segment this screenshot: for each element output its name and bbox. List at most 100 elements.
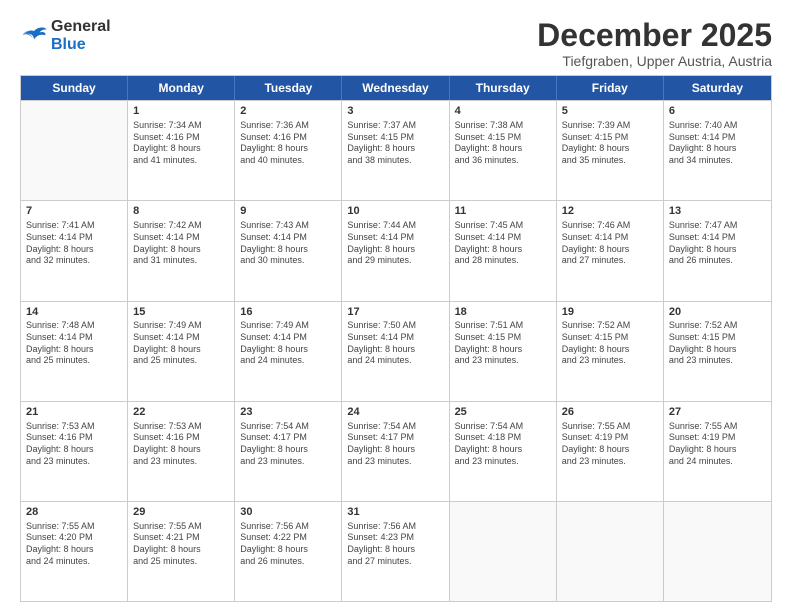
day-number: 30 [240, 505, 336, 520]
cell-info-line: Sunrise: 7:49 AM [240, 320, 336, 332]
cell-info-line: Daylight: 8 hours [133, 344, 229, 356]
calendar-cell: 8Sunrise: 7:42 AMSunset: 4:14 PMDaylight… [128, 201, 235, 300]
cell-info-line: Sunrise: 7:36 AM [240, 120, 336, 132]
calendar-cell: 31Sunrise: 7:56 AMSunset: 4:23 PMDayligh… [342, 502, 449, 601]
calendar-cell: 14Sunrise: 7:48 AMSunset: 4:14 PMDayligh… [21, 302, 128, 401]
cell-info-line: and 38 minutes. [347, 155, 443, 167]
cell-info-line: Daylight: 8 hours [347, 444, 443, 456]
day-number: 26 [562, 405, 658, 420]
cell-info-line: and 24 minutes. [240, 355, 336, 367]
cell-info-line: Sunrise: 7:56 AM [240, 521, 336, 533]
calendar-cell: 29Sunrise: 7:55 AMSunset: 4:21 PMDayligh… [128, 502, 235, 601]
calendar-cell: 2Sunrise: 7:36 AMSunset: 4:16 PMDaylight… [235, 101, 342, 200]
cell-info-line: Daylight: 8 hours [133, 544, 229, 556]
title-block: December 2025 Tiefgraben, Upper Austria,… [537, 18, 772, 69]
day-number: 3 [347, 104, 443, 119]
calendar-cell: 18Sunrise: 7:51 AMSunset: 4:15 PMDayligh… [450, 302, 557, 401]
cell-info-line: Daylight: 8 hours [133, 244, 229, 256]
cell-info-line: and 23 minutes. [133, 456, 229, 468]
cell-info-line: Daylight: 8 hours [26, 544, 122, 556]
day-number: 29 [133, 505, 229, 520]
cell-info-line: Sunset: 4:14 PM [240, 232, 336, 244]
day-number: 17 [347, 305, 443, 320]
cell-info-line: Sunrise: 7:54 AM [240, 421, 336, 433]
day-number: 6 [669, 104, 766, 119]
cell-info-line: Sunrise: 7:40 AM [669, 120, 766, 132]
logo-blue-text: Blue [51, 36, 86, 53]
day-number: 19 [562, 305, 658, 320]
cell-info-line: and 26 minutes. [240, 556, 336, 568]
cell-info-line: Daylight: 8 hours [562, 444, 658, 456]
calendar-cell [450, 502, 557, 601]
day-number: 18 [455, 305, 551, 320]
calendar-cell: 28Sunrise: 7:55 AMSunset: 4:20 PMDayligh… [21, 502, 128, 601]
calendar-cell: 6Sunrise: 7:40 AMSunset: 4:14 PMDaylight… [664, 101, 771, 200]
day-number: 28 [26, 505, 122, 520]
day-number: 8 [133, 204, 229, 219]
weekday-header: Friday [557, 76, 664, 100]
cell-info-line: and 23 minutes. [455, 456, 551, 468]
cell-info-line: and 35 minutes. [562, 155, 658, 167]
cell-info-line: and 23 minutes. [26, 456, 122, 468]
cell-info-line: Sunrise: 7:56 AM [347, 521, 443, 533]
cell-info-line: Daylight: 8 hours [455, 143, 551, 155]
cell-info-line: Sunset: 4:14 PM [240, 332, 336, 344]
cell-info-line: Sunset: 4:15 PM [455, 332, 551, 344]
cell-info-line: Sunrise: 7:50 AM [347, 320, 443, 332]
calendar-cell: 9Sunrise: 7:43 AMSunset: 4:14 PMDaylight… [235, 201, 342, 300]
cell-info-line: Sunset: 4:14 PM [455, 232, 551, 244]
cell-info-line: and 29 minutes. [347, 255, 443, 267]
cell-info-line: Daylight: 8 hours [455, 244, 551, 256]
cell-info-line: Sunrise: 7:43 AM [240, 220, 336, 232]
cell-info-line: Daylight: 8 hours [562, 244, 658, 256]
cell-info-line: Sunrise: 7:37 AM [347, 120, 443, 132]
cell-info-line: Daylight: 8 hours [562, 143, 658, 155]
cell-info-line: Daylight: 8 hours [240, 244, 336, 256]
cell-info-line: and 28 minutes. [455, 255, 551, 267]
cell-info-line: Daylight: 8 hours [240, 544, 336, 556]
cell-info-line: Daylight: 8 hours [669, 444, 766, 456]
cell-info-line: Sunset: 4:14 PM [562, 232, 658, 244]
header: General Blue December 2025 Tiefgraben, U… [20, 18, 772, 69]
logo-general-text: General [51, 18, 111, 35]
day-number: 2 [240, 104, 336, 119]
calendar-cell: 21Sunrise: 7:53 AMSunset: 4:16 PMDayligh… [21, 402, 128, 501]
cell-info-line: and 25 minutes. [133, 556, 229, 568]
cell-info-line: Daylight: 8 hours [347, 344, 443, 356]
cell-info-line: Sunset: 4:14 PM [26, 232, 122, 244]
cell-info-line: Sunset: 4:14 PM [669, 132, 766, 144]
cell-info-line: Sunrise: 7:55 AM [669, 421, 766, 433]
cell-info-line: Sunset: 4:23 PM [347, 532, 443, 544]
cell-info-line: and 23 minutes. [240, 456, 336, 468]
cell-info-line: Sunset: 4:16 PM [26, 432, 122, 444]
day-number: 9 [240, 204, 336, 219]
calendar-row: 1Sunrise: 7:34 AMSunset: 4:16 PMDaylight… [21, 100, 771, 200]
calendar-cell: 13Sunrise: 7:47 AMSunset: 4:14 PMDayligh… [664, 201, 771, 300]
cell-info-line: Sunset: 4:19 PM [669, 432, 766, 444]
calendar-row: 7Sunrise: 7:41 AMSunset: 4:14 PMDaylight… [21, 200, 771, 300]
page: General Blue December 2025 Tiefgraben, U… [0, 0, 792, 612]
cell-info-line: Daylight: 8 hours [669, 244, 766, 256]
cell-info-line: Sunrise: 7:55 AM [133, 521, 229, 533]
cell-info-line: and 23 minutes. [562, 456, 658, 468]
cell-info-line: Daylight: 8 hours [347, 544, 443, 556]
cell-info-line: Sunrise: 7:54 AM [455, 421, 551, 433]
cell-info-line: Daylight: 8 hours [26, 444, 122, 456]
cell-info-line: and 25 minutes. [26, 355, 122, 367]
calendar-row: 21Sunrise: 7:53 AMSunset: 4:16 PMDayligh… [21, 401, 771, 501]
calendar-cell: 10Sunrise: 7:44 AMSunset: 4:14 PMDayligh… [342, 201, 449, 300]
cell-info-line: and 24 minutes. [347, 355, 443, 367]
calendar-body: 1Sunrise: 7:34 AMSunset: 4:16 PMDaylight… [21, 100, 771, 601]
cell-info-line: Sunrise: 7:49 AM [133, 320, 229, 332]
cell-info-line: Sunrise: 7:46 AM [562, 220, 658, 232]
cell-info-line: Sunrise: 7:47 AM [669, 220, 766, 232]
day-number: 14 [26, 305, 122, 320]
calendar-cell: 20Sunrise: 7:52 AMSunset: 4:15 PMDayligh… [664, 302, 771, 401]
cell-info-line: and 31 minutes. [133, 255, 229, 267]
cell-info-line: and 27 minutes. [347, 556, 443, 568]
location: Tiefgraben, Upper Austria, Austria [537, 53, 772, 69]
calendar-row: 28Sunrise: 7:55 AMSunset: 4:20 PMDayligh… [21, 501, 771, 601]
cell-info-line: Sunset: 4:16 PM [133, 432, 229, 444]
calendar: SundayMondayTuesdayWednesdayThursdayFrid… [20, 75, 772, 602]
day-number: 31 [347, 505, 443, 520]
